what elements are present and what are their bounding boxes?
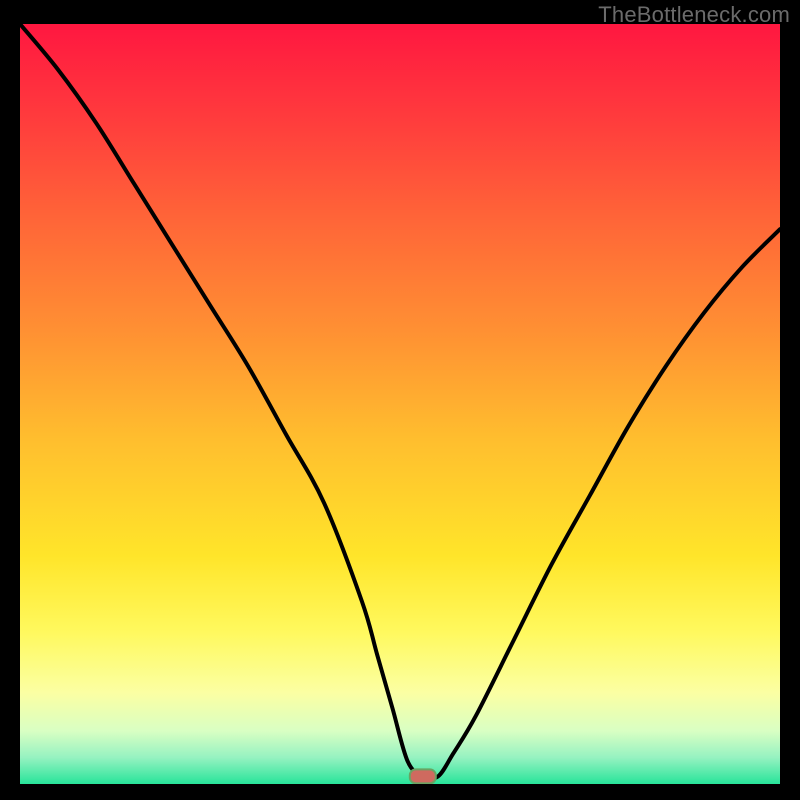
chart-frame: TheBottleneck.com <box>0 0 800 800</box>
optimum-marker <box>410 769 436 783</box>
background-rect <box>20 24 780 784</box>
watermark-text: TheBottleneck.com <box>598 2 790 28</box>
chart-svg <box>20 24 780 784</box>
plot-area <box>20 24 780 784</box>
